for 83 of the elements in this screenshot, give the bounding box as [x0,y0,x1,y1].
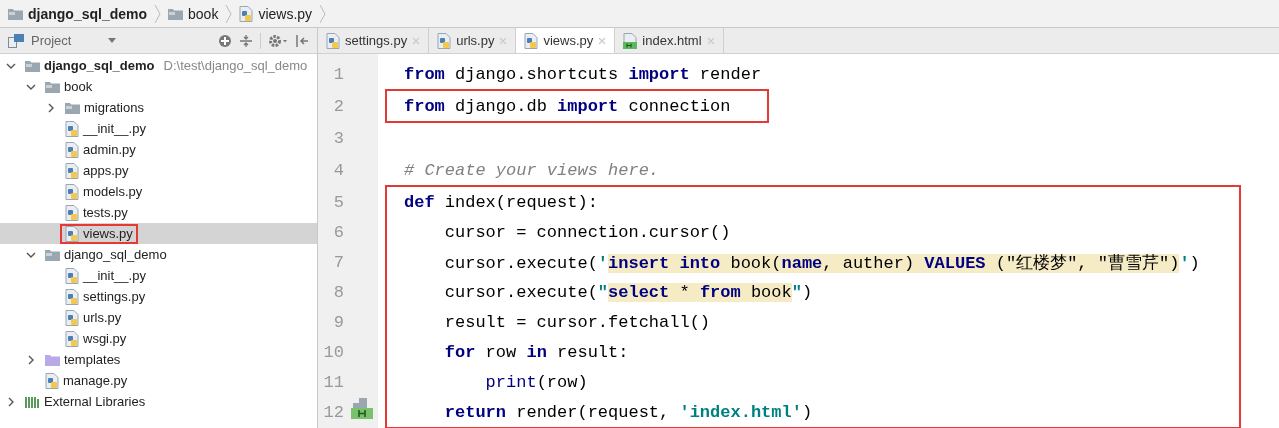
python-file-icon [65,183,79,200]
python-file-icon [65,120,79,137]
tree-item[interactable]: __init__.py [83,121,146,136]
line-number: 9 [332,312,344,332]
folder-icon [45,80,60,93]
code-line: # Create your views here. [404,160,660,180]
folder-icon [25,59,40,72]
folder-icon [65,101,80,114]
locate-icon[interactable] [218,33,232,48]
file-stack-icon [351,397,369,408]
tree-item[interactable]: tests.py [83,205,128,220]
folder-icon [45,248,60,261]
line-number: 10 [322,342,344,362]
python-file-icon [65,309,79,326]
tree-item[interactable]: django_sql_demo [44,58,155,73]
python-file-icon [239,5,254,22]
line-number: 3 [332,128,344,148]
tree-item[interactable]: migrations [84,100,144,115]
code-line: cursor = connection.cursor() [443,222,731,242]
editor-tab[interactable]: views.py [516,28,616,53]
folder-icon [168,7,184,20]
tree-item[interactable]: models.py [83,184,143,199]
python-file-icon [65,162,79,179]
panel-title[interactable]: Project [31,33,72,48]
tree-item[interactable]: __init__.py [83,268,146,283]
tree-item[interactable]: admin.py [83,142,136,157]
python-file-icon [65,330,79,347]
line-number: 1 [332,64,344,84]
python-file-icon [437,32,452,49]
dropdown-caret-icon[interactable] [108,38,117,43]
python-file-icon [65,204,79,221]
hide-panel-icon[interactable] [295,33,309,48]
code-line: cursor.execute("select * from book") [443,282,813,302]
collapse-all-icon[interactable] [239,33,253,48]
editor-tab[interactable]: urls.py [429,28,517,53]
breadcrumb[interactable]: views.py [258,5,313,22]
folder-icon [8,7,23,20]
line-number: 5 [332,192,344,212]
line-number: 6 [332,222,344,242]
python-file-icon [45,372,59,389]
editor-tab[interactable]: index.html [615,28,724,53]
line-number: 7 [332,252,344,272]
chevron-icon [154,3,162,24]
html-link-icon[interactable] [351,407,373,419]
tree-item[interactable]: wsgi.py [83,331,127,346]
chevron-icon [225,3,233,24]
editor-tab[interactable]: settings.py [318,28,430,53]
python-file-icon [65,288,79,305]
project-icon [8,33,24,48]
tree-item[interactable]: settings.py [83,289,146,304]
chevron-icon [319,3,327,24]
html-file-icon [623,32,638,49]
python-file-icon [65,225,79,242]
python-file-icon [65,267,79,284]
code-line: for row in result: [443,342,629,362]
line-number: 12 [322,402,344,422]
line-number: 11 [322,372,344,392]
tree-item[interactable]: urls.py [83,310,122,325]
line-number: 4 [332,160,344,180]
code-line: from django.shortcuts import render [404,64,762,84]
folder-icon [45,353,60,366]
library-icon [25,395,40,408]
tree-item[interactable]: django_sql_demo [64,247,167,262]
tree-item[interactable]: manage.py [63,373,128,388]
python-file-icon [524,32,539,49]
code-line: cursor.execute('insert into book(name, auther) VALUES ("红楼梦", "曹雪芹")') [443,252,1200,274]
tree-item[interactable]: templates [64,352,121,367]
line-number: 8 [332,282,344,302]
line-number: 2 [332,96,344,116]
python-file-icon [326,32,340,49]
python-file-icon [65,141,79,158]
code-line: result = cursor.fetchall() [443,312,711,332]
code-line: print(row) [484,372,588,392]
breadcrumb[interactable]: django_sql_demo [28,5,148,22]
settings-icon[interactable] [268,33,288,48]
tree-item[interactable]: book [64,79,93,94]
project-path: D:\test\django_sql_demo [163,58,308,73]
code-line: return render(request, 'index.html') [443,402,813,422]
tree-item[interactable]: apps.py [83,163,129,178]
code-line: def index(request): [404,192,598,212]
tree-item[interactable]: External Libraries [44,394,146,409]
code-line: from django.db import connection [404,96,731,116]
breadcrumb[interactable]: book [188,5,219,22]
